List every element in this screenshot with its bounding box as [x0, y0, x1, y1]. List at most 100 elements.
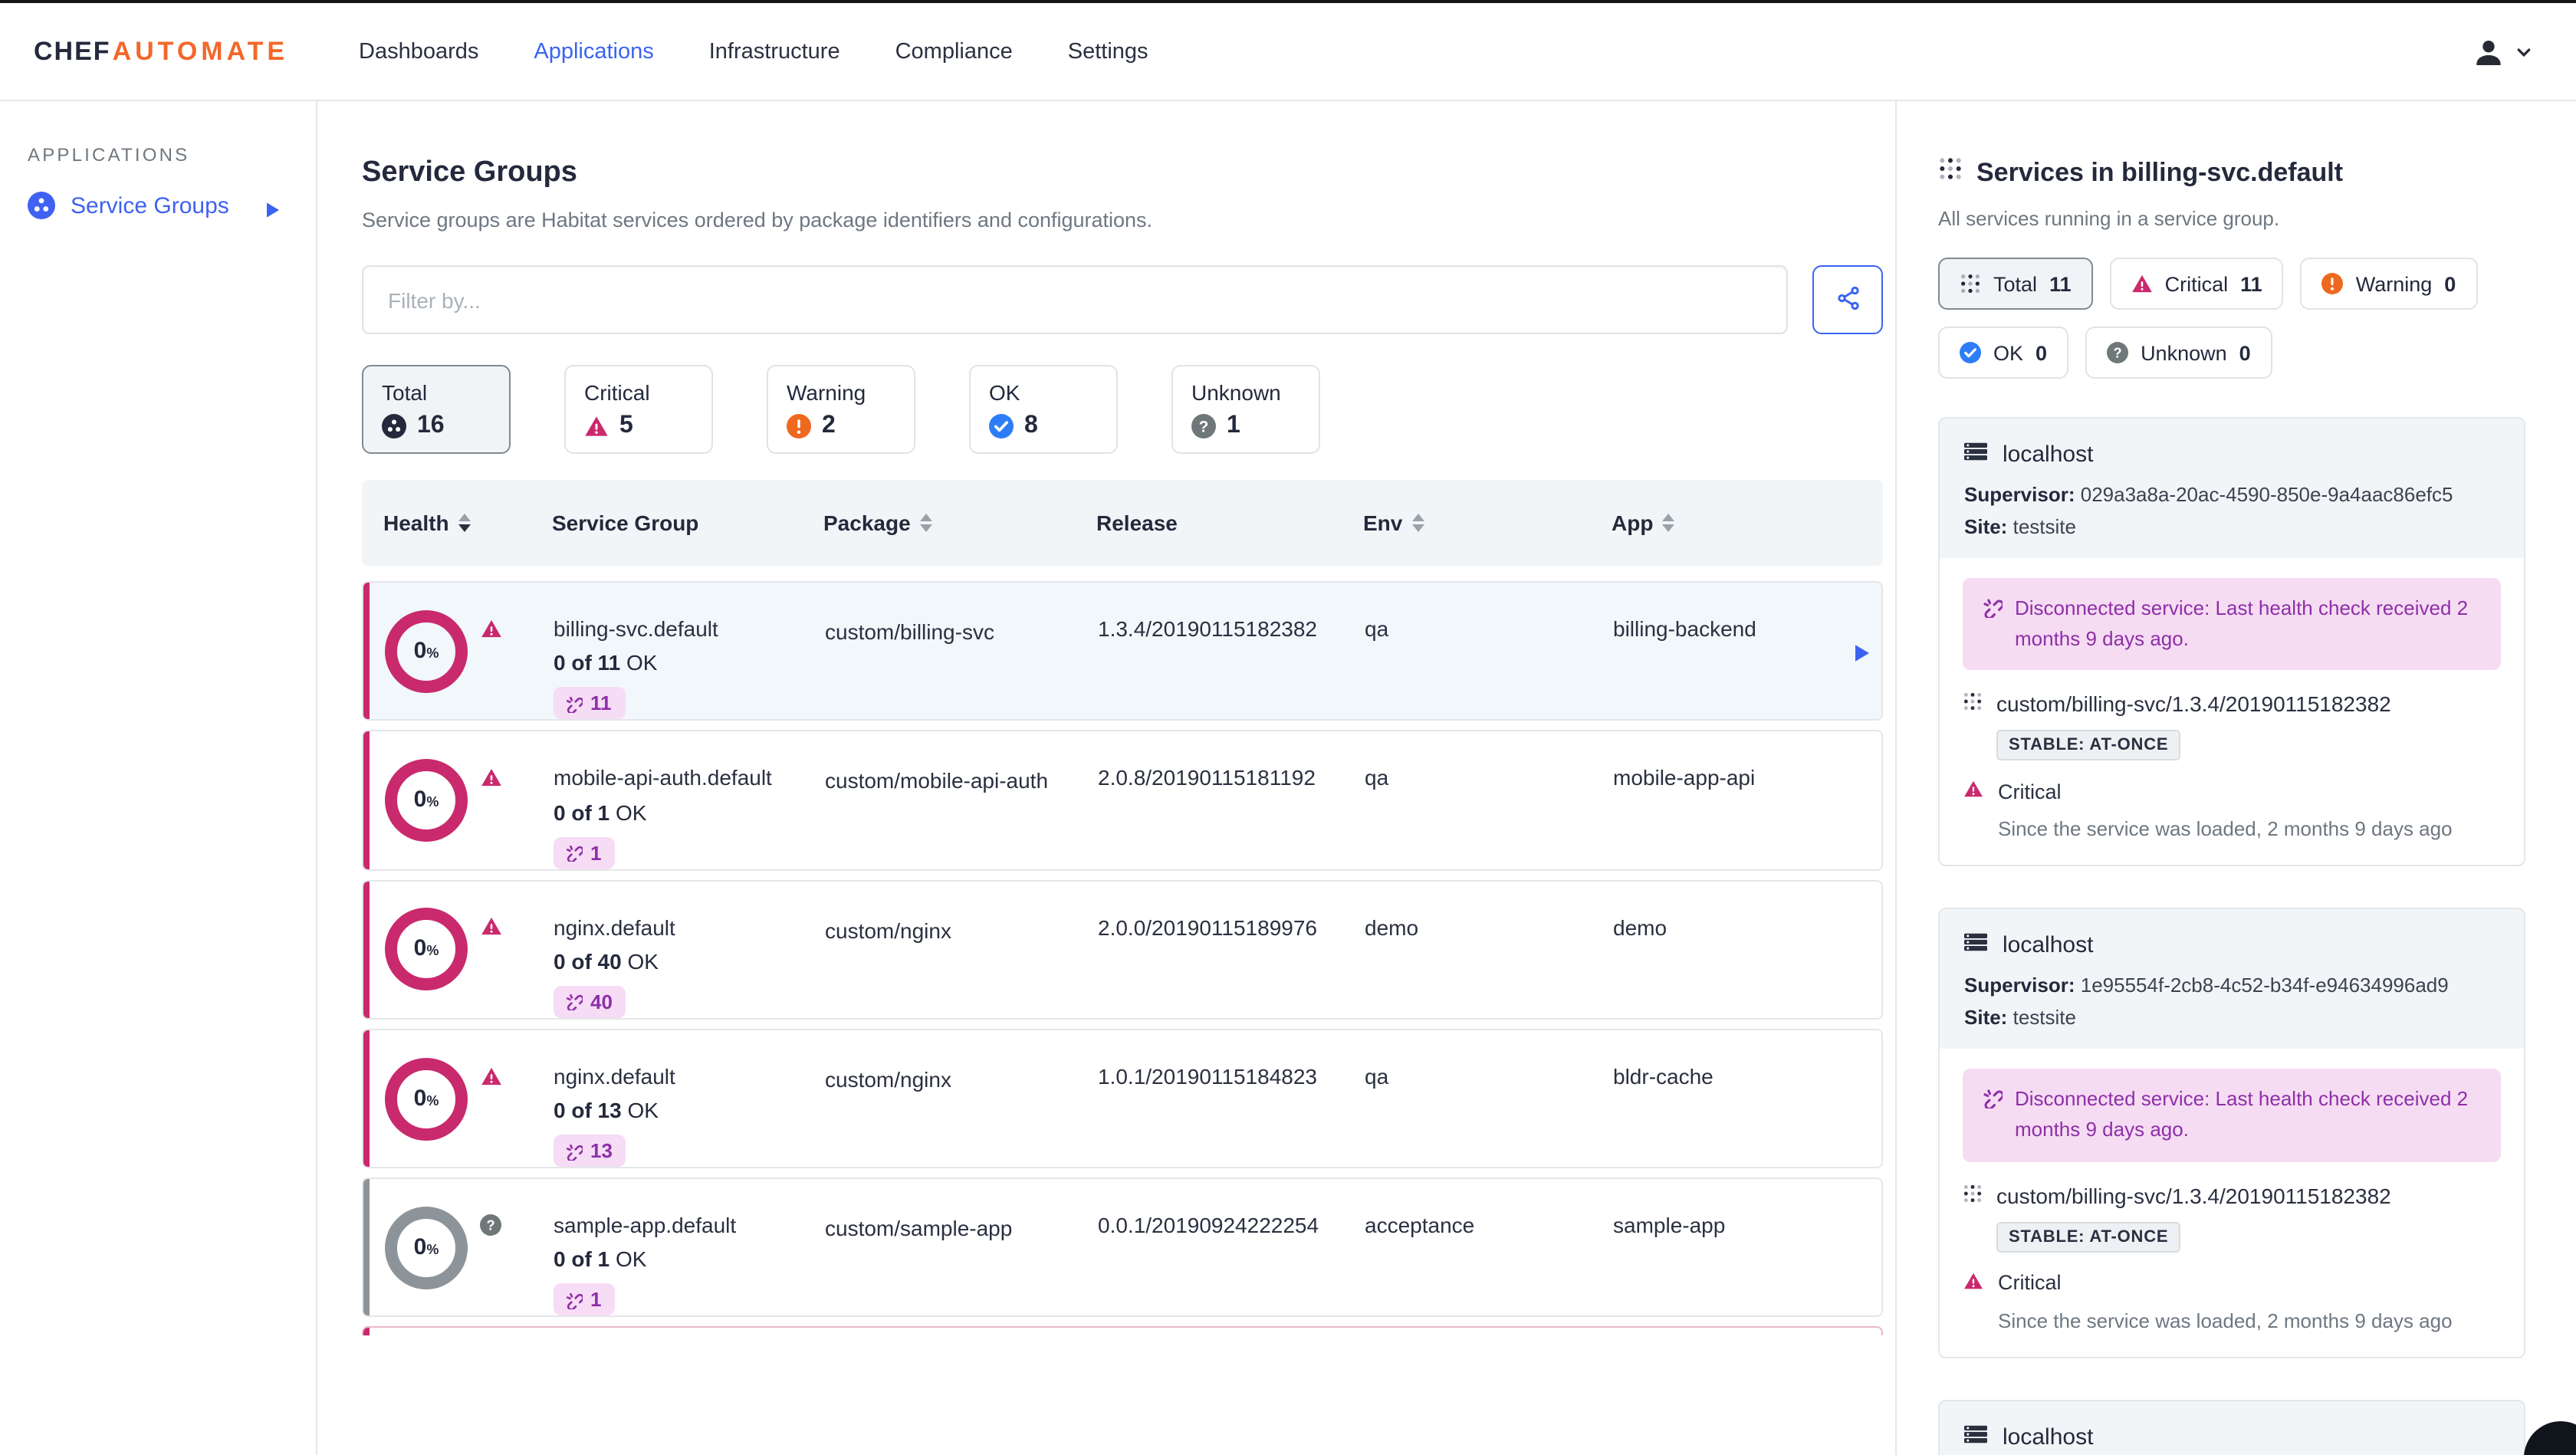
sidebar-item-label: Service Groups — [71, 192, 229, 218]
nav-item-infrastructure[interactable]: Infrastructure — [709, 39, 840, 64]
check-circle-icon — [1960, 342, 1981, 363]
chip-critical[interactable]: Critical 11 — [2109, 258, 2284, 310]
table-row[interactable]: 0% nginx.default 0 of 13 OK 13 custom/ng… — [362, 1028, 1883, 1169]
service-group-name: billing-svc.default — [554, 616, 718, 641]
brand-chef: CHEF — [34, 36, 111, 65]
server-icon — [1964, 931, 1987, 961]
nav-item-compliance[interactable]: Compliance — [895, 39, 1013, 64]
service-card[interactable]: localhost Supervisor: 2fb65869-de1b-4341… — [1938, 1399, 2525, 1455]
release-cell: 2.0.8/20190115181192 — [1098, 765, 1316, 790]
exclamation-circle-icon — [787, 414, 811, 438]
disconnected-badge[interactable]: 1 — [554, 836, 616, 869]
service-card[interactable]: localhost Supervisor: 029a3a8a-20ac-4590… — [1938, 417, 2525, 867]
top-navigation: CHEF AUTOMATE Dashboards Applications In… — [0, 3, 2576, 101]
chef-automate-logo[interactable]: CHEF AUTOMATE — [34, 36, 334, 67]
stat-card-critical[interactable]: Critical 5 — [564, 365, 713, 454]
user-menu[interactable] — [2472, 34, 2545, 68]
table-row[interactable]: 0% mobile-api-auth.default 0 of 1 OK 1 c… — [362, 730, 1883, 871]
disconnected-badge[interactable]: 1 — [554, 1283, 616, 1316]
server-icon — [1964, 1422, 1987, 1451]
disconnected-badge[interactable]: 11 — [554, 687, 626, 720]
broken-link-icon — [566, 696, 583, 713]
column-header-health[interactable]: Health — [362, 511, 552, 535]
stat-card-unknown[interactable]: Unknown ? 1 — [1171, 365, 1320, 454]
env-cell: acceptance — [1365, 1213, 1475, 1238]
table-row[interactable]: 0% ? sample-app.default 0 of 1 OK 1 cust… — [362, 1177, 1883, 1318]
table-row[interactable]: 0% nginx.default 0 of 40 OK 40 custom/ng… — [362, 879, 1883, 1020]
panel-subtitle: All services running in a service group. — [1938, 207, 2280, 230]
main-nav: Dashboards Applications Infrastructure C… — [359, 39, 1148, 64]
panel-title: Services in billing-svc.default — [1938, 156, 2525, 189]
sort-icon[interactable] — [1411, 514, 1424, 532]
service-group-name: mobile-api-auth.default — [554, 765, 772, 790]
service-package: custom/billing-svc/1.3.4/20190115182382 — [1996, 691, 2391, 717]
health-donut: 0% — [385, 758, 468, 842]
app-cell: bldr-cache — [1613, 1063, 1714, 1089]
page-subtitle: Service groups are Habitat services orde… — [362, 209, 1153, 232]
warning-triangle-icon — [480, 1065, 503, 1086]
sidebar-item-service-groups[interactable]: Service Groups — [28, 192, 316, 219]
site: Site: testsite — [1964, 515, 2076, 538]
column-header-env[interactable]: Env — [1363, 511, 1612, 535]
service-card[interactable]: localhost Supervisor: 1e95554f-2cb8-4c52… — [1938, 908, 2525, 1358]
stat-label: Unknown — [1191, 380, 1281, 405]
stat-value: 2 — [822, 412, 836, 438]
stat-card-total[interactable]: Total 16 — [362, 365, 511, 454]
nav-item-settings[interactable]: Settings — [1068, 39, 1148, 64]
column-header-service-group[interactable]: Service Group — [552, 511, 823, 535]
sort-icon[interactable] — [458, 514, 471, 532]
warning-triangle-icon — [480, 617, 503, 639]
filter-input[interactable] — [362, 265, 1788, 334]
chip-warning[interactable]: Warning 0 — [2300, 258, 2478, 310]
stat-card-warning[interactable]: Warning 2 — [767, 365, 915, 454]
person-icon — [2472, 34, 2505, 68]
warning-triangle-icon — [480, 767, 503, 788]
nav-item-dashboards[interactable]: Dashboards — [359, 39, 478, 64]
since-text: Since the service was loaded, 2 months 9… — [1998, 817, 2453, 841]
package-cell: custom/sample-app — [825, 1216, 1013, 1241]
svg-text:?: ? — [1199, 418, 1209, 435]
chevron-down-icon — [2515, 42, 2533, 61]
service-package: custom/billing-svc/1.3.4/20190115182382 — [1996, 1183, 2391, 1208]
disconnected-badge[interactable]: 40 — [554, 985, 626, 1018]
chip-unknown[interactable]: ? Unknown 0 — [2085, 327, 2272, 379]
app-cell: demo — [1613, 915, 1668, 940]
ok-count: 0 of 11 OK — [554, 650, 658, 675]
cluster-icon — [382, 414, 406, 438]
warning-triangle-icon — [2131, 273, 2153, 294]
package-cell: custom/nginx — [825, 918, 951, 943]
column-header-release[interactable]: Release — [1096, 511, 1363, 535]
broken-link-icon — [566, 1144, 583, 1161]
nav-item-applications[interactable]: Applications — [534, 39, 653, 64]
env-cell: qa — [1365, 765, 1389, 790]
warning-triangle-icon — [1963, 1270, 1984, 1295]
chip-ok[interactable]: OK 0 — [1938, 327, 2069, 379]
host-name: localhost — [2003, 442, 2094, 468]
health-donut: 0% — [385, 908, 468, 991]
channel-tag: STABLE: AT-ONCE — [1996, 730, 2181, 761]
table-row[interactable]: 0% billing-svc.default 0 of 11 OK 11 cus… — [362, 581, 1883, 721]
sort-icon[interactable] — [1662, 514, 1675, 532]
ok-count: 0 of 13 OK — [554, 1098, 659, 1123]
svg-text:?: ? — [2114, 345, 2122, 360]
app-cell: mobile-app-api — [1613, 765, 1756, 790]
disconnected-badge[interactable]: 13 — [554, 1135, 626, 1168]
service-group-name: nginx.default — [554, 915, 675, 940]
health-summary-cards: Total 16 Critical 5 Warning 2 OK 8 Unkno… — [362, 365, 1895, 454]
services-side-panel: Services in billing-svc.default All serv… — [1897, 101, 2576, 1455]
stat-card-ok[interactable]: OK 8 — [969, 365, 1118, 454]
share-button[interactable] — [1812, 265, 1883, 334]
site: Site: testsite — [1964, 1006, 2076, 1030]
host-name: localhost — [2003, 1424, 2094, 1450]
broken-link-icon — [566, 846, 583, 862]
package-cell: custom/billing-svc — [825, 619, 994, 644]
chip-total[interactable]: Total 11 — [1938, 258, 2093, 310]
column-header-app[interactable]: App — [1612, 511, 1883, 535]
service-status: Critical — [1998, 780, 2062, 803]
column-header-package[interactable]: Package — [823, 511, 1096, 535]
broken-link-icon — [566, 994, 583, 1011]
table-row-partial[interactable] — [362, 1326, 1883, 1336]
health-donut: 0% — [385, 1057, 468, 1141]
question-circle-icon: ? — [1191, 414, 1216, 438]
sort-icon[interactable] — [919, 514, 932, 532]
